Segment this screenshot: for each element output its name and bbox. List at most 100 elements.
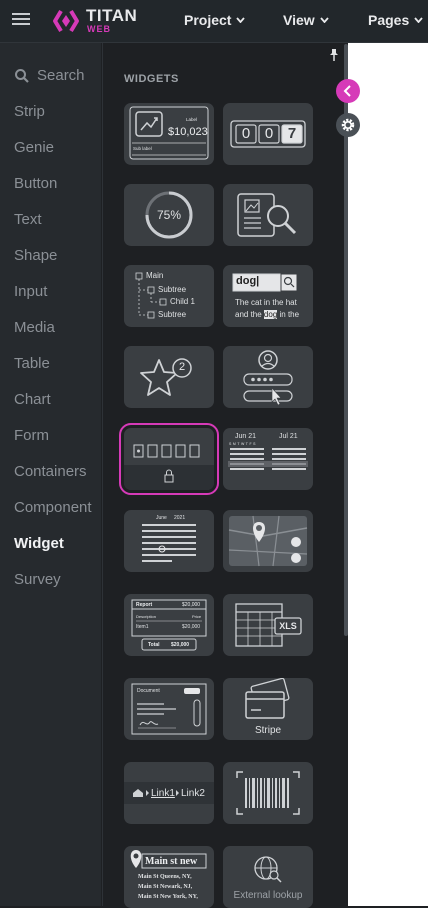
counter-digit: 0 <box>241 125 251 142</box>
widget-pin-code[interactable] <box>119 423 219 495</box>
widget-excel-export[interactable]: XLS <box>223 594 313 656</box>
widget-rating[interactable]: 2 <box>124 346 214 408</box>
tree-main: Main <box>146 271 164 280</box>
text-search-query: dog| <box>236 275 260 287</box>
sidebar-item-genie[interactable]: Genie <box>14 139 54 156</box>
login-icon <box>243 350 293 406</box>
calendar-month: June <box>156 515 167 521</box>
star-icon <box>140 358 192 396</box>
menu-view-label: View <box>283 12 315 28</box>
titan-logo-icon <box>53 9 79 33</box>
widget-breadcrumb[interactable]: Link1 Link2 <box>124 762 214 824</box>
invoice-item-amount: $20,000 <box>182 624 201 630</box>
map-icon <box>228 515 308 567</box>
calendar-year: 2021 <box>174 515 186 521</box>
external-lookup-label: External lookup <box>233 890 303 901</box>
logo-subtitle: WEB <box>87 24 111 34</box>
sidebar-item-strip[interactable]: Strip <box>14 103 45 120</box>
invoice-title: Report <box>136 602 153 608</box>
tree-subtree: Subtree <box>158 285 187 294</box>
canvas-area[interactable] <box>348 43 428 906</box>
widget-login[interactable] <box>223 346 313 408</box>
widget-document-signature[interactable]: Document <box>124 678 214 740</box>
date-range-weekdays: S M T W T F S <box>229 442 256 446</box>
widget-text-search[interactable]: dog| The cat in the hat and the dog in t… <box>223 265 313 327</box>
widget-counter[interactable]: 0 0 7 <box>223 103 313 165</box>
document-title: Document <box>137 688 160 694</box>
sidebar-item-widget[interactable]: Widget <box>14 535 64 552</box>
menu-pages[interactable]: Pages <box>368 12 423 28</box>
sidebar-item-form[interactable]: Form <box>14 427 49 444</box>
text-search-line1: The cat in the hat <box>235 298 297 307</box>
sidebar-item-media[interactable]: Media <box>14 319 55 336</box>
stripe-label: Stripe <box>254 725 282 736</box>
menu-project[interactable]: Project <box>184 12 246 28</box>
sidebar-search[interactable]: Search <box>14 67 85 84</box>
widget-map[interactable] <box>223 510 313 572</box>
text-search-highlight: dog <box>263 310 278 319</box>
menu-pages-label: Pages <box>368 12 410 28</box>
chevron-down-icon <box>319 17 329 23</box>
settings-button[interactable] <box>336 113 360 137</box>
widget-calendar[interactable]: June 2021 <box>124 510 214 572</box>
widget-tree[interactable]: Main Subtree Child 1 Subtree <box>124 265 214 327</box>
address-line1: Main St Queens, NY, <box>138 874 192 880</box>
kpi-sublabel: Sub label <box>133 146 152 151</box>
chevron-down-icon <box>236 17 246 23</box>
barcode-icon <box>236 771 300 815</box>
widget-progress-ring[interactable]: 75% <box>124 184 214 246</box>
text-search-line2-post: in the <box>277 310 300 319</box>
invoice-total-label: Total <box>148 642 160 648</box>
search-placeholder: Search <box>37 67 85 84</box>
widget-barcode[interactable] <box>223 762 313 824</box>
calendar-grid <box>142 524 196 562</box>
sidebar-item-text[interactable]: Text <box>14 211 42 228</box>
collapse-panel-button[interactable] <box>336 79 360 103</box>
logo-title: TITAN <box>86 6 138 25</box>
breadcrumb-link1: Link1 <box>151 788 175 799</box>
date-range-month2: Jul 21 <box>279 433 298 440</box>
pin-icon[interactable] <box>327 48 341 62</box>
sidebar-item-survey[interactable]: Survey <box>14 571 61 588</box>
sidebar-item-shape[interactable]: Shape <box>14 247 57 264</box>
text-search-line2-pre: and the <box>235 310 264 319</box>
invoice-desc: Description <box>136 614 157 619</box>
date-range-month1: Jun 21 <box>235 433 257 440</box>
kpi-value: $10,023 <box>168 126 208 138</box>
kpi-label: Label <box>186 117 198 122</box>
widget-date-range[interactable]: Jun 21 Jul 21 S M T W T F S <box>223 428 313 490</box>
widget-stripe[interactable]: Stripe <box>223 678 313 740</box>
widget-kpi-card[interactable]: Label $10,023 Sub label <box>124 103 214 165</box>
search-icon <box>15 68 29 83</box>
sidebar-item-button[interactable]: Button <box>14 175 57 192</box>
widget-invoice[interactable]: Report $20,000 Description Price Item1 $… <box>124 594 214 656</box>
xls-badge: XLS <box>279 621 297 631</box>
menu-view[interactable]: View <box>283 12 329 28</box>
tree-subtree-2: Subtree <box>158 310 187 319</box>
sidebar-item-chart[interactable]: Chart <box>14 391 51 408</box>
sidebar-item-input[interactable]: Input <box>14 283 47 300</box>
invoice-price: Price <box>192 614 202 619</box>
tree-child: Child 1 <box>170 297 195 306</box>
invoice-item: Item1 <box>136 624 149 630</box>
counter-digit: 0 <box>264 125 274 142</box>
address-line2: Main St Newark, NJ, <box>138 884 193 890</box>
widget-external-lookup[interactable]: External lookup <box>223 846 313 908</box>
gear-icon <box>341 118 355 132</box>
hamburger-menu-icon[interactable] <box>12 10 30 28</box>
widget-image-search[interactable] <box>223 184 313 246</box>
top-bar: TITAN WEB Project View Pages <box>0 0 428 43</box>
sidebar-item-component[interactable]: Component <box>14 499 92 516</box>
image-search-icon <box>237 193 297 237</box>
rating-count: 2 <box>178 361 186 373</box>
chevron-down-icon <box>414 17 423 23</box>
sidebar-item-containers[interactable]: Containers <box>14 463 87 480</box>
panel-title: WIDGETS <box>124 73 179 85</box>
sidebar-item-table[interactable]: Table <box>14 355 50 372</box>
chevron-left-icon <box>343 85 351 97</box>
invoice-total: $20,000 <box>171 642 190 648</box>
breadcrumb-link2: Link2 <box>181 788 205 799</box>
invoice-amount: $20,000 <box>182 602 201 608</box>
address-input: Main st new <box>145 856 198 867</box>
widget-address-autocomplete[interactable]: Main st new Main St Queens, NY, Main St … <box>124 846 214 908</box>
